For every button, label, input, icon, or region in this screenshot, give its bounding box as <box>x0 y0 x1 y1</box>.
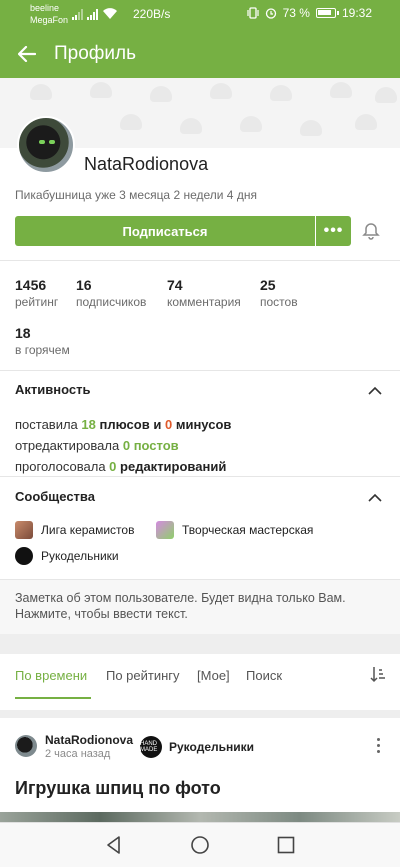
wifi-icon <box>103 8 117 19</box>
tab-by-time[interactable]: По времени <box>15 668 87 683</box>
stat-rating: 1456 рейтинг <box>15 277 59 309</box>
username: NataRodionova <box>84 154 209 174</box>
divider <box>0 476 400 477</box>
status-right: 73 % 19:32 <box>247 6 372 20</box>
member-since: Пикабушница уже 3 месяца 2 недели 4 дня <box>15 188 257 202</box>
activity-votes: поставила 18 плюсов и 0 минусов <box>15 417 232 432</box>
battery-icon <box>315 8 339 18</box>
signal-2-icon <box>87 9 98 20</box>
stat-comments[interactable]: 74 комментария <box>167 277 241 309</box>
activity-edits: отредактировала 0 постов <box>15 438 179 453</box>
alarm-icon <box>265 8 276 19</box>
chevron-up-icon[interactable] <box>368 386 382 396</box>
tab-by-rating[interactable]: По рейтингу <box>106 668 180 683</box>
carrier-1: beeline <box>30 3 60 13</box>
post-time: 2 часа назад <box>45 748 111 760</box>
user-note-field[interactable]: Заметка об этом пользователе. Будет видн… <box>0 580 400 634</box>
post-menu-icon[interactable] <box>377 738 381 754</box>
subscribe-button[interactable]: Подписаться <box>15 216 315 246</box>
carrier-2: MegaFon <box>30 15 69 25</box>
activity-title[interactable]: Активность <box>15 382 90 397</box>
stat-hot[interactable]: 18 в горячем <box>15 325 70 357</box>
ceramics-community-icon <box>15 521 33 539</box>
more-options-button[interactable]: ••• <box>316 216 351 246</box>
post-author-avatar[interactable] <box>15 735 37 757</box>
community-item[interactable]: Рукодельники <box>15 547 119 565</box>
divider <box>0 260 400 261</box>
post-community-icon[interactable]: HAND MADE <box>140 736 162 758</box>
signal-1-icon <box>72 9 83 20</box>
post-image[interactable] <box>0 812 400 822</box>
arrow-left-icon <box>18 46 36 62</box>
system-nav-bar <box>0 822 400 867</box>
avatar[interactable] <box>17 116 75 174</box>
nav-recents-icon[interactable] <box>276 835 296 855</box>
divider <box>0 370 400 371</box>
vibrate-icon <box>247 7 259 19</box>
stat-subscribers[interactable]: 16 подписчиков <box>76 277 146 309</box>
nav-home-icon[interactable] <box>190 835 210 855</box>
post-community[interactable]: Рукодельники <box>169 740 254 754</box>
signal-icons <box>72 8 118 20</box>
workshop-community-icon <box>156 521 174 539</box>
battery-percent: 73 % <box>282 6 310 20</box>
tab-search[interactable]: Поиск <box>246 668 282 683</box>
community-item[interactable]: Лига керамистов <box>15 521 134 539</box>
stat-posts[interactable]: 25 постов <box>260 277 298 309</box>
page-title: Профиль <box>54 43 137 64</box>
status-bar: beeline MegaFon 220B/s 73 % 19:32 <box>0 0 400 30</box>
post-title[interactable]: Игрушка шпиц по фото <box>15 778 221 799</box>
app-bar: Профиль <box>0 30 400 78</box>
bell-icon[interactable] <box>362 222 380 240</box>
carrier-names: beeline MegaFon <box>30 2 68 26</box>
active-tab-indicator <box>15 697 91 699</box>
chevron-up-icon[interactable] <box>368 493 382 503</box>
net-speed: 220B/s <box>133 7 171 21</box>
handmade-community-icon <box>15 547 33 565</box>
back-button[interactable] <box>0 30 54 78</box>
post-sort-tabs: По времени По рейтингу [Мое] Поиск <box>0 654 400 700</box>
activity-edit-votes: проголосовала 0 редактирований <box>15 459 227 474</box>
post-author[interactable]: NataRodionova <box>45 733 133 747</box>
section-gap <box>0 710 400 718</box>
section-gap <box>0 634 400 654</box>
nav-back-icon[interactable] <box>104 835 124 855</box>
communities-title[interactable]: Сообщества <box>15 489 95 504</box>
tab-mine[interactable]: [Мое] <box>197 668 230 683</box>
clock: 19:32 <box>341 6 372 20</box>
community-item[interactable]: Творческая мастерская <box>156 521 313 539</box>
sort-icon[interactable] <box>370 666 386 684</box>
